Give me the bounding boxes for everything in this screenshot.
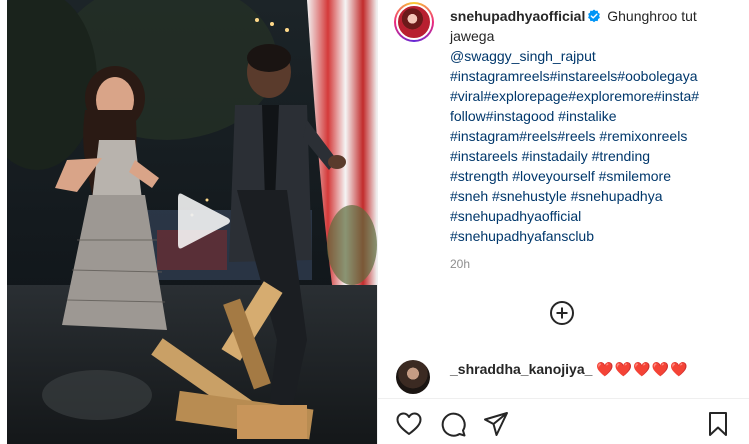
comment-text: ❤️❤️❤️❤️❤️: [596, 361, 689, 377]
post-details-panel: snehupadhyaofficial Ghunghroo tut jawega…: [377, 0, 749, 444]
commenter-avatar[interactable]: [396, 360, 430, 394]
hashtag-line[interactable]: #strength #loveyourself #smilemore: [450, 168, 671, 184]
hashtag-line[interactable]: #sneh #snehustyle #snehupadhya: [450, 188, 663, 204]
post-caption: snehupadhyaofficial Ghunghroo tut jawega…: [450, 6, 740, 246]
hashtag-line[interactable]: follow#instagood #instalike: [450, 108, 617, 124]
author-username[interactable]: snehupadhyaofficial: [450, 8, 585, 24]
hashtag-line[interactable]: #instagram#reels#reels #remixonreels: [450, 128, 687, 144]
panel-divider: [377, 0, 378, 444]
action-bar: [377, 410, 749, 440]
share-icon[interactable]: [482, 410, 510, 438]
section-divider: [377, 398, 749, 399]
play-icon[interactable]: [168, 186, 238, 256]
hashtag-line[interactable]: #viral#explorepage#exploremore#insta#: [450, 88, 699, 104]
verified-badge-icon: [588, 9, 601, 23]
add-circle-icon[interactable]: [549, 300, 575, 326]
mention-link[interactable]: @swaggy_singh_rajput: [450, 48, 596, 64]
hashtag-line[interactable]: #snehupadhyafansclub: [450, 228, 594, 244]
commenter-username[interactable]: _shraddha_kanojiya_: [450, 361, 592, 377]
post-timestamp[interactable]: 20h: [450, 257, 470, 271]
hashtag-line[interactable]: #snehupadhyaofficial: [450, 208, 581, 224]
reel-video[interactable]: [7, 0, 377, 444]
hashtag-line[interactable]: #instareels #instadaily #trending: [450, 148, 650, 164]
author-avatar[interactable]: [394, 2, 434, 42]
heart-icon[interactable]: [395, 410, 423, 438]
comment-icon[interactable]: [439, 410, 467, 438]
bookmark-icon[interactable]: [704, 410, 732, 438]
hashtag-line[interactable]: #instagramreels#instareels#oobolegaya: [450, 68, 698, 84]
comment-item: _shraddha_kanojiya_ ❤️❤️❤️❤️❤️: [450, 361, 688, 378]
